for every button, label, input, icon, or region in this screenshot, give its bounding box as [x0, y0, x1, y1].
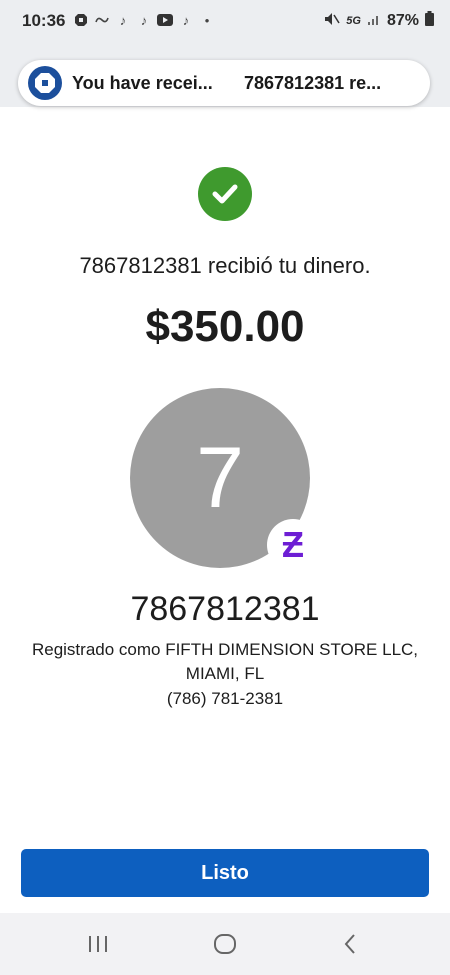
mute-icon [324, 12, 340, 31]
tiktok-icon-2: ♪ [140, 12, 148, 28]
payment-amount: $350.00 [145, 302, 305, 351]
signal-icon [367, 12, 381, 31]
battery-percent: 87% [386, 12, 419, 29]
link-icon [94, 12, 110, 28]
recent-apps-icon[interactable] [78, 929, 118, 959]
notification-detail: 7867812381 re... [244, 73, 382, 93]
tiktok-icon: ♪ [119, 12, 127, 28]
heads-up-notification[interactable]: You have recei... 7867812381 re... [18, 60, 430, 106]
network-type: 5G [346, 15, 361, 27]
recipient-phone: (786) 781-2381 [166, 689, 284, 708]
avatar-initial: 7 [196, 429, 244, 526]
notification-area: You have recei... 7867812381 re... [0, 42, 450, 107]
notification-icons: ♪ ♪ ♪ • [73, 12, 215, 28]
registered-location: MIAMI, FL [185, 664, 265, 683]
battery-icon [425, 11, 434, 31]
youtube-icon [157, 12, 173, 28]
status-time: 10:36 [22, 11, 66, 30]
done-button[interactable]: Listo [21, 849, 429, 897]
recipient-name: 7867812381 [130, 590, 320, 628]
home-icon[interactable] [205, 929, 245, 959]
system-nav-bar [0, 913, 450, 975]
status-bar: 10:36 ♪ ♪ ♪ • 5G 87% [0, 0, 450, 42]
status-right: 5G 87% [324, 11, 434, 31]
chase-logo-icon [28, 66, 62, 100]
success-check-icon [198, 167, 252, 221]
back-icon[interactable] [330, 929, 370, 959]
more-notifications-dot-icon: • [204, 12, 210, 28]
registered-as-line: Registrado como FIFTH DIMENSION STORE LL… [31, 640, 419, 659]
tiktok-icon-3: ♪ [182, 12, 190, 28]
notification-title: You have recei... [72, 73, 213, 93]
zelle-badge-icon: Ƶ [267, 519, 319, 571]
chase-app-icon [73, 12, 89, 28]
confirmation-message: 7867812381 recibió tu dinero. [79, 253, 371, 278]
